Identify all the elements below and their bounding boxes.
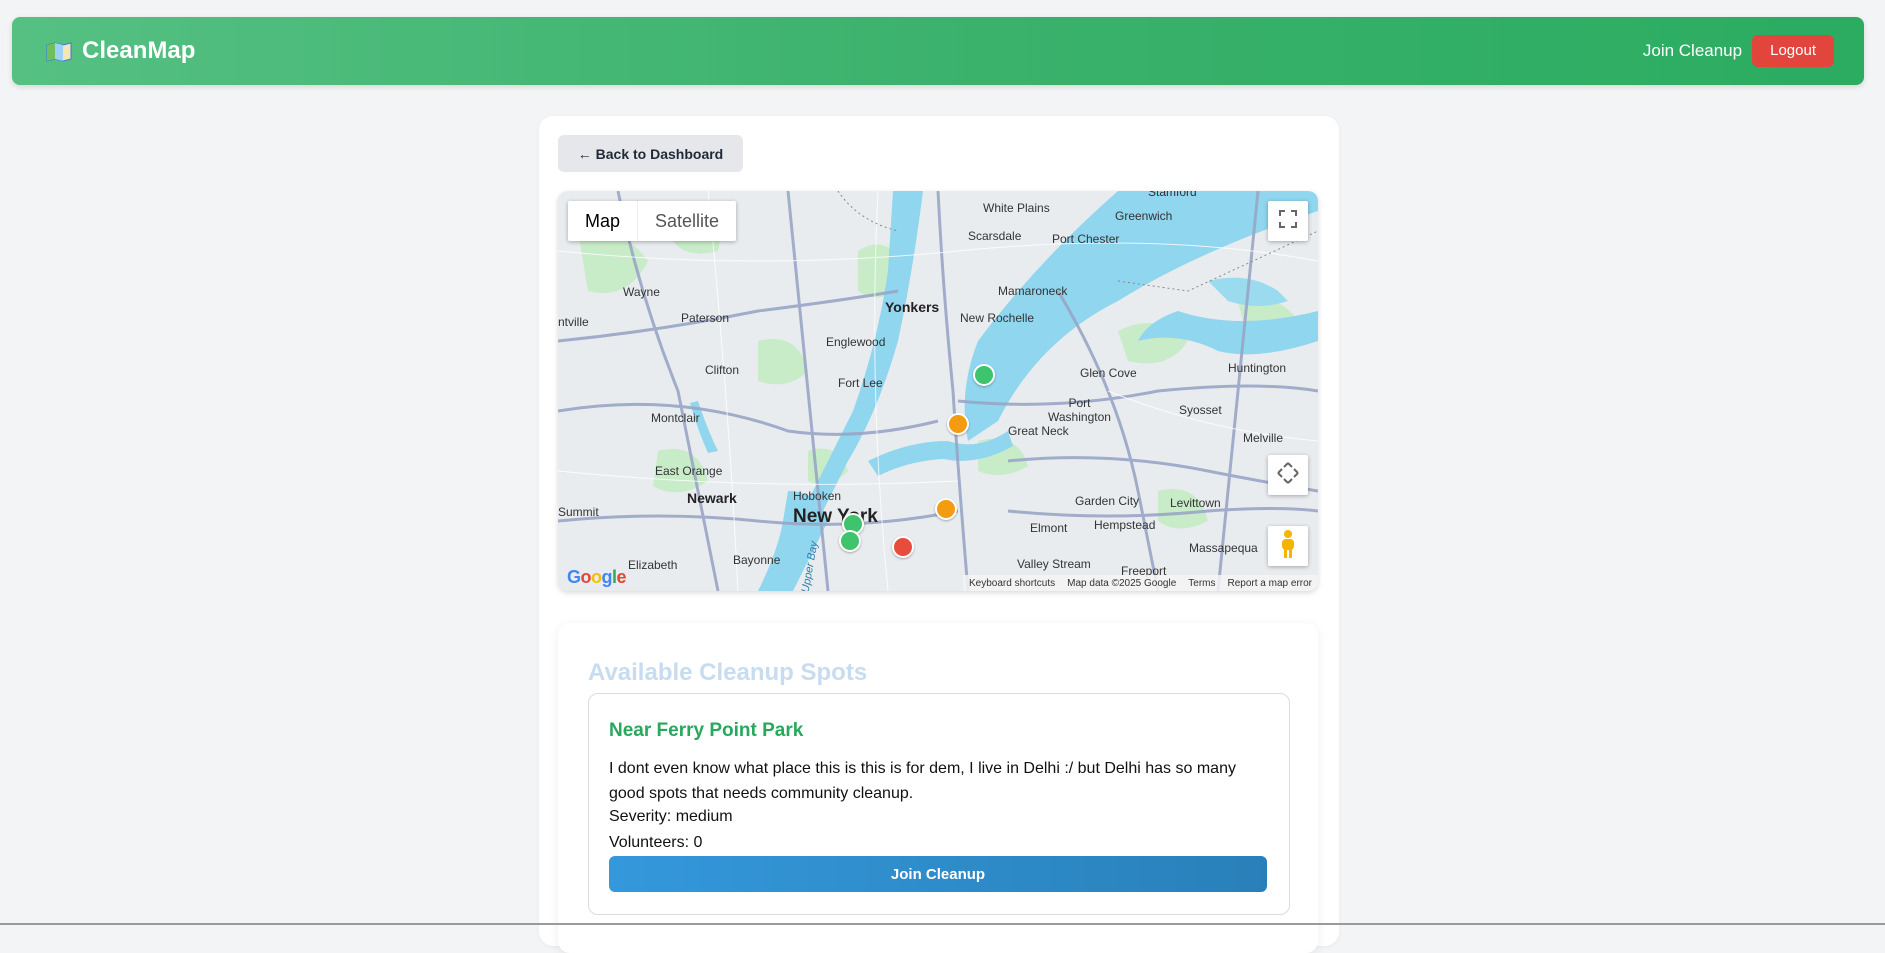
spot-name: Near Ferry Point Park (609, 720, 804, 741)
brand-name: CleanMap (82, 37, 196, 64)
google-logo: Google (567, 567, 627, 587)
map-label-port-washington: Port Washington (1048, 396, 1111, 424)
move-arrows-icon (1276, 461, 1300, 490)
map-type-map-button[interactable]: Map (568, 201, 637, 241)
spot-card: Near Ferry Point Park I dont even know w… (588, 693, 1290, 915)
map-label-east-orange: East Orange (655, 464, 723, 478)
map-type-control: Map Satellite (568, 201, 737, 241)
cleanup-marker[interactable] (947, 413, 969, 435)
cleanup-marker[interactable] (935, 498, 957, 520)
cleanup-marker[interactable] (973, 364, 995, 386)
map-icon (46, 41, 72, 62)
map-label-clifton: Clifton (705, 363, 740, 377)
brand[interactable]: CleanMap (46, 37, 195, 65)
main-card: ← Back to Dashboard White Plains Greenwi… (539, 116, 1339, 953)
map-label-mamaroneck: Mamaroneck (998, 284, 1068, 298)
fullscreen-icon (1279, 209, 1297, 233)
map[interactable]: White Plains Greenwich Stamford Scarsdal… (558, 191, 1318, 591)
spot-volunteers: Volunteers: 0 (609, 834, 703, 851)
back-to-dashboard-button[interactable]: ← Back to Dashboard (558, 135, 743, 172)
map-label-fort-lee: Fort Lee (838, 376, 883, 390)
map-label-melville: Melville (1243, 431, 1284, 445)
cleanup-marker[interactable] (839, 530, 861, 552)
map-label-paterson: Paterson (681, 311, 730, 325)
map-label-newark: Newark (687, 490, 737, 506)
spots-title: Available Cleanup Spots (588, 659, 868, 686)
fullscreen-button[interactable] (1268, 201, 1308, 241)
map-label-ntville: ntville (558, 315, 589, 329)
map-label-stamford: Stamford (1148, 191, 1197, 199)
map-label-new-rochelle: New Rochelle (960, 311, 1035, 325)
map-label-syosset: Syosset (1179, 403, 1222, 417)
join-cleanup-link[interactable]: Join Cleanup (1643, 41, 1742, 61)
map-label-levittown: Levittown (1170, 496, 1221, 510)
map-label-massapequa: Massapequa (1189, 541, 1258, 555)
cleanup-marker[interactable] (892, 536, 914, 558)
map-label-valley-stream: Valley Stream (1017, 557, 1091, 571)
map-label-greenwich: Greenwich (1115, 209, 1173, 223)
spots-panel: Available Cleanup Spots Near Ferry Point… (558, 623, 1318, 953)
camera-control-button[interactable] (1268, 455, 1308, 495)
map-label-hempstead: Hempstead (1094, 518, 1156, 532)
spot-severity: Severity: medium (609, 808, 733, 825)
map-data-text: Map data ©2025 Google (1067, 577, 1177, 589)
map-attribution: Keyboard shortcuts Map data ©2025 Google… (962, 575, 1318, 591)
map-label-montclair: Montclair (651, 411, 700, 425)
map-type-satellite-button[interactable]: Satellite (637, 201, 736, 241)
map-label-summit: Summit (558, 505, 599, 519)
spot-description: I dont even know what place this is this… (609, 760, 1236, 802)
top-navbar: CleanMap Join Cleanup Logout (12, 17, 1864, 85)
map-label-huntington: Huntington (1228, 361, 1287, 375)
map-label-bayonne: Bayonne (733, 553, 781, 567)
logout-button[interactable]: Logout (1752, 35, 1834, 67)
map-label-white-plains: White Plains (983, 201, 1050, 215)
map-label-port-chester: Port Chester (1052, 232, 1120, 246)
map-label-elmont: Elmont (1030, 521, 1068, 535)
keyboard-shortcuts-link[interactable]: Keyboard shortcuts (963, 578, 1061, 589)
map-label-garden-city: Garden City (1075, 494, 1140, 508)
map-label-englewood: Englewood (826, 335, 886, 349)
terms-link[interactable]: Terms (1182, 578, 1221, 589)
map-label-glen-cove: Glen Cove (1080, 366, 1137, 380)
join-cleanup-button[interactable]: Join Cleanup (609, 856, 1267, 892)
map-label-new-york: New York (793, 506, 878, 527)
map-label-elizabeth: Elizabeth (628, 558, 678, 572)
map-label-hoboken: Hoboken (793, 489, 842, 503)
map-label-great-neck: Great Neck (1008, 424, 1069, 438)
pegman-icon (1279, 529, 1297, 564)
map-label-scarsdale: Scarsdale (968, 229, 1022, 243)
map-label-yonkers: Yonkers (885, 299, 940, 315)
street-view-button[interactable] (1268, 526, 1308, 566)
map-label-wayne: Wayne (623, 285, 660, 299)
map-tiles[interactable] (558, 191, 1318, 591)
report-map-error-link[interactable]: Report a map error (1222, 578, 1318, 589)
